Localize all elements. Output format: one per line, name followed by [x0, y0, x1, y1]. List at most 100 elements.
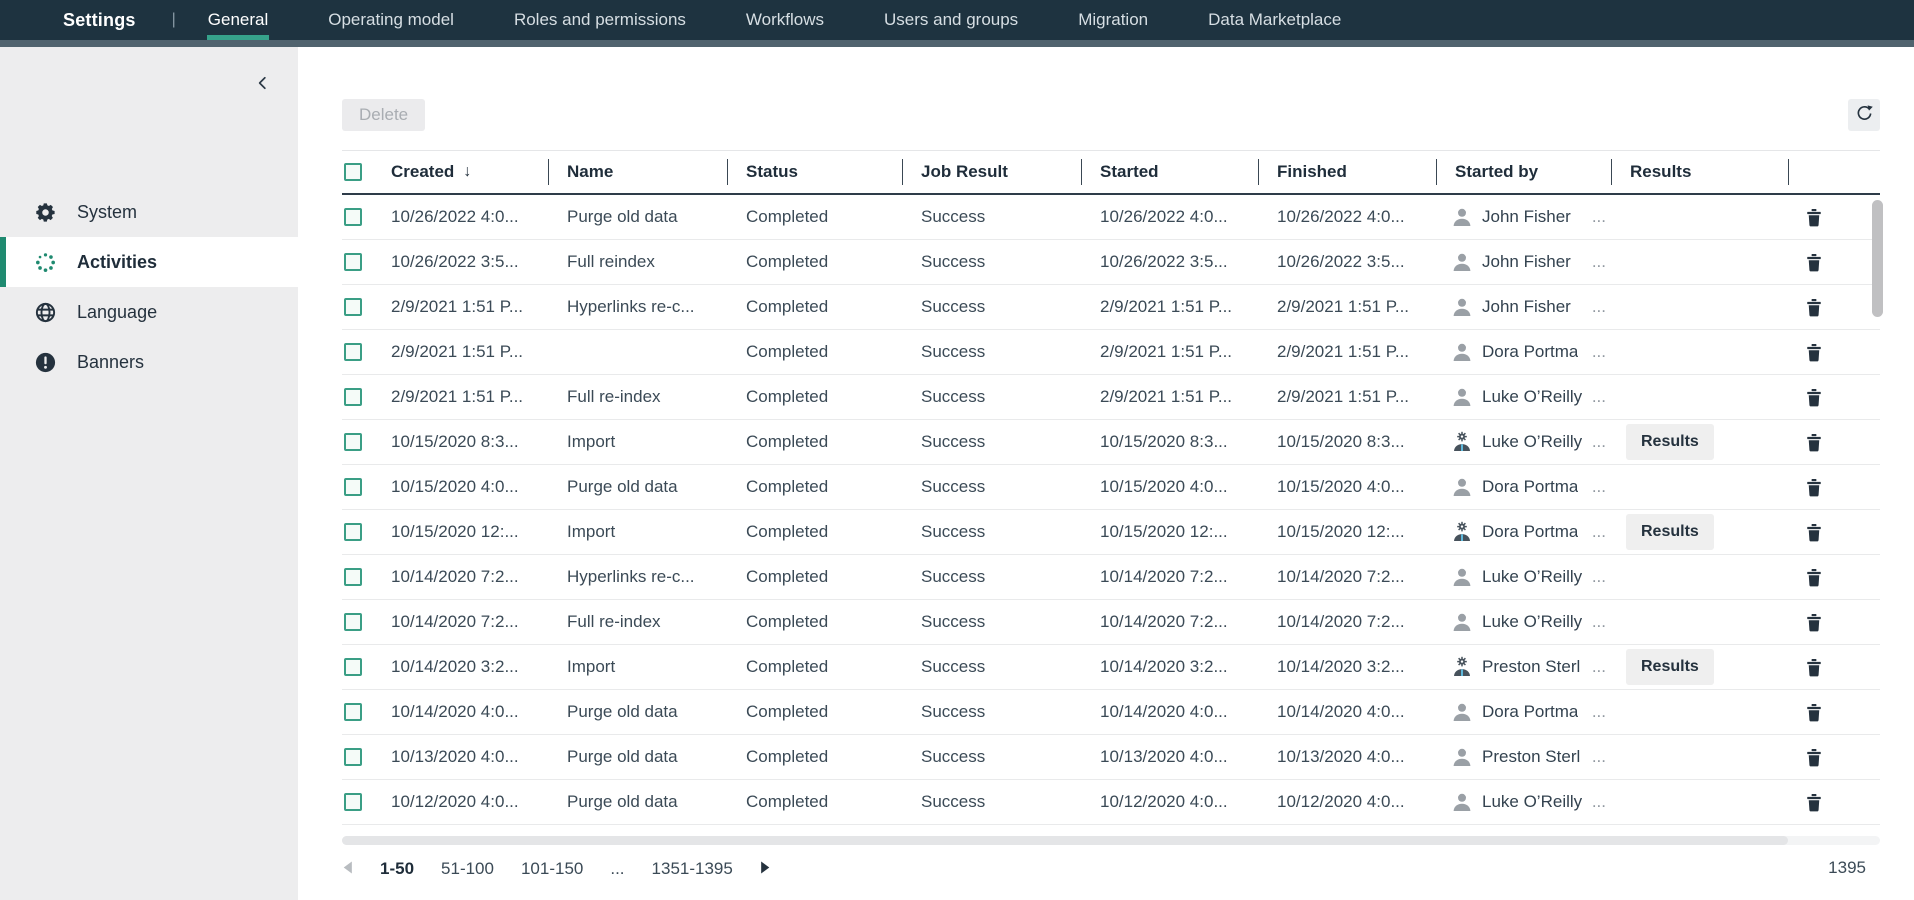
- row-checkbox-cell: [342, 658, 372, 676]
- row-checkbox[interactable]: [344, 748, 362, 766]
- row-checkbox[interactable]: [344, 388, 362, 406]
- horizontal-scrollbar[interactable]: [342, 836, 1880, 845]
- sidebar-item-banners[interactable]: Banners: [0, 337, 298, 387]
- cell-name: Purge old data: [548, 702, 727, 722]
- truncation-ellipsis: ...: [1586, 567, 1606, 587]
- pagination-page-101-150[interactable]: 101-150: [521, 859, 583, 879]
- cell-started: 10/15/2020 8:3...: [1081, 432, 1258, 452]
- delete-row-button[interactable]: [1806, 748, 1822, 767]
- user-icon: [1451, 566, 1473, 588]
- row-checkbox[interactable]: [344, 613, 362, 631]
- started-by-name: Luke O’Reilly: [1482, 612, 1582, 632]
- row-checkbox[interactable]: [344, 793, 362, 811]
- delete-row-button[interactable]: [1806, 793, 1822, 812]
- started-by-name: Dora Portma: [1482, 522, 1578, 542]
- cell-name: Import: [548, 657, 727, 677]
- delete-button[interactable]: Delete: [342, 99, 425, 131]
- delete-row-button[interactable]: [1806, 253, 1822, 272]
- tab-general[interactable]: General: [208, 0, 268, 40]
- column-header-results[interactable]: Results: [1611, 151, 1788, 193]
- cell-started: 2/9/2021 1:51 P...: [1081, 297, 1258, 317]
- truncation-ellipsis: ...: [1586, 612, 1606, 632]
- cell-started-by: Preston Sterl...: [1436, 746, 1611, 768]
- pagination-prev-button[interactable]: [342, 861, 353, 877]
- pagination-page-1351-1395[interactable]: 1351-1395: [652, 859, 733, 879]
- delete-row-button[interactable]: [1806, 703, 1822, 722]
- delete-row-button[interactable]: [1806, 568, 1822, 587]
- results-button[interactable]: Results: [1626, 424, 1714, 460]
- delete-row-button[interactable]: [1806, 433, 1822, 452]
- row-checkbox[interactable]: [344, 208, 362, 226]
- row-checkbox[interactable]: [344, 343, 362, 361]
- row-checkbox[interactable]: [344, 298, 362, 316]
- tab-migration[interactable]: Migration: [1078, 0, 1148, 40]
- row-checkbox[interactable]: [344, 478, 362, 496]
- delete-row-button[interactable]: [1806, 613, 1822, 632]
- started-by-name: Preston Sterl: [1482, 657, 1580, 677]
- cell-name: Purge old data: [548, 747, 727, 767]
- pagination-page-blank[interactable]: ...: [610, 859, 624, 879]
- vertical-scrollbar-thumb[interactable]: [1872, 200, 1883, 317]
- sidebar-item-system[interactable]: System: [0, 187, 298, 237]
- delete-row-button[interactable]: [1806, 523, 1822, 542]
- sidebar-item-activities[interactable]: Activities: [0, 237, 298, 287]
- truncation-ellipsis: ...: [1586, 477, 1606, 497]
- row-checkbox[interactable]: [344, 523, 362, 541]
- tab-roles-and-permissions[interactable]: Roles and permissions: [514, 0, 686, 40]
- trash-icon: [1806, 748, 1822, 767]
- horizontal-scrollbar-thumb[interactable]: [342, 836, 1788, 845]
- column-header-name[interactable]: Name: [548, 151, 727, 193]
- sidebar-item-language[interactable]: Language: [0, 287, 298, 337]
- cell-started-by: John Fisher...: [1436, 206, 1611, 228]
- topnav-tabs: General Operating model Roles and permissi…: [208, 0, 1402, 40]
- delete-row-button[interactable]: [1806, 388, 1822, 407]
- cell-created: 10/12/2020 4:0...: [372, 792, 548, 812]
- cell-name: Purge old data: [548, 477, 727, 497]
- row-checkbox[interactable]: [344, 253, 362, 271]
- sidebar-items: SystemActivitiesLanguageBanners: [0, 187, 298, 387]
- tab-workflows[interactable]: Workflows: [746, 0, 824, 40]
- column-header-label: Status: [746, 162, 798, 182]
- tab-users-and-groups[interactable]: Users and groups: [884, 0, 1018, 40]
- tab-data-marketplace[interactable]: Data Marketplace: [1208, 0, 1341, 40]
- cell-actions: [1788, 703, 1880, 722]
- cell-started-by: Dora Portma...: [1436, 476, 1611, 498]
- delete-row-button[interactable]: [1806, 208, 1822, 227]
- table-header: Created↓Name Status Job ResultStarted Finis…: [342, 150, 1880, 195]
- cell-status: Completed: [727, 297, 902, 317]
- delete-row-button[interactable]: [1806, 478, 1822, 497]
- row-checkbox-cell: [342, 703, 372, 721]
- refresh-button[interactable]: [1848, 99, 1880, 131]
- cell-finished: 10/15/2020 4:0...: [1258, 477, 1436, 497]
- results-button[interactable]: Results: [1626, 649, 1714, 685]
- tab-operating-model[interactable]: Operating model: [328, 0, 454, 40]
- select-all-checkbox[interactable]: [344, 163, 362, 181]
- row-checkbox[interactable]: [344, 703, 362, 721]
- row-checkbox-cell: [342, 793, 372, 811]
- user-icon: [1451, 791, 1473, 813]
- cell-status: Completed: [727, 252, 902, 272]
- column-header-started[interactable]: Started: [1081, 151, 1258, 193]
- pagination-next-button[interactable]: [760, 861, 771, 877]
- cell-created: 10/26/2022 4:0...: [372, 207, 548, 227]
- column-header-started-by[interactable]: Started by: [1436, 151, 1611, 193]
- cell-started-by: Luke O’Reilly...: [1436, 611, 1611, 633]
- row-checkbox[interactable]: [344, 658, 362, 676]
- column-header-label: Created: [391, 162, 454, 182]
- pagination-page-51-100[interactable]: 51-100: [441, 859, 494, 879]
- pagination-page-1-50[interactable]: 1-50: [380, 859, 414, 879]
- cell-finished: 10/15/2020 8:3...: [1258, 432, 1436, 452]
- column-header-created[interactable]: Created↓: [372, 151, 548, 193]
- column-header-job-result[interactable]: Job Result: [902, 151, 1081, 193]
- results-button[interactable]: Results: [1626, 514, 1714, 550]
- sidebar-collapse-button[interactable]: [250, 71, 276, 97]
- started-by-name: John Fisher: [1482, 297, 1571, 317]
- delete-row-button[interactable]: [1806, 343, 1822, 362]
- delete-row-button[interactable]: [1806, 658, 1822, 677]
- delete-row-button[interactable]: [1806, 298, 1822, 317]
- row-checkbox[interactable]: [344, 568, 362, 586]
- column-header-finished[interactable]: Finished: [1258, 151, 1436, 193]
- column-header-status[interactable]: Status: [727, 151, 902, 193]
- row-checkbox[interactable]: [344, 433, 362, 451]
- column-header-label: Finished: [1277, 162, 1347, 182]
